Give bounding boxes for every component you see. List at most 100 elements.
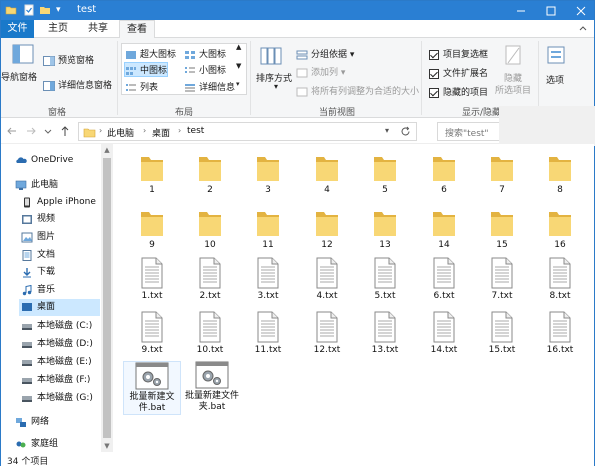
file-extensions-toggle[interactable]: 文件扩展名 [429, 66, 488, 79]
hidden-items-toggle[interactable]: 隐藏的项目 [429, 85, 488, 98]
breadcrumb-test[interactable]: test [187, 126, 204, 136]
text-file-item[interactable]: 6.txt [416, 257, 472, 302]
options-label[interactable]: 选项 [546, 73, 564, 86]
preview-pane-button[interactable]: 预览窗格 [43, 53, 94, 66]
tab-share[interactable]: 共享 [81, 20, 115, 38]
text-file-item[interactable]: 8.txt [532, 257, 588, 302]
folder-item[interactable]: 15 [474, 208, 530, 251]
recent-locations-button[interactable] [44, 125, 52, 137]
nav-item-pictures[interactable]: 图片 [21, 229, 100, 246]
address-bar[interactable]: › 此电脑 › 桌面 › test ▾ [78, 122, 417, 141]
nav-item-videos[interactable]: 视频 [21, 211, 100, 228]
text-file-item[interactable]: 7.txt [474, 257, 530, 302]
folder-item[interactable]: 2 [182, 153, 238, 196]
folder-item[interactable]: 16 [532, 208, 588, 251]
nav-item-documents[interactable]: 文档 [21, 247, 100, 264]
nav-item-drive-e[interactable]: 本地磁盘 (E:) [21, 354, 100, 371]
layout-extra-large-icons[interactable]: 超大图标 [125, 47, 176, 60]
layout-scroll-up-icon[interactable]: ▲ [236, 43, 241, 51]
text-file-item[interactable]: 4.txt [299, 257, 355, 302]
tab-view[interactable]: 查看 [119, 20, 155, 39]
minimize-button[interactable] [506, 1, 536, 20]
folder-item[interactable]: 8 [532, 153, 588, 196]
nav-item-desktop[interactable]: 桌面 [19, 299, 100, 316]
navigation-pane-button[interactable] [5, 42, 41, 69]
nav-item-this-pc[interactable]: 此电脑 [15, 177, 100, 194]
sort-dropdown-icon[interactable]: ▾ [274, 82, 278, 91]
text-file-item[interactable]: 1.txt [124, 257, 180, 302]
scrollbar-thumb[interactable] [103, 158, 111, 438]
breadcrumb-desktop[interactable]: 桌面 [152, 126, 170, 139]
nav-item-drive-f[interactable]: 本地磁盘 (F:) [21, 372, 100, 389]
nav-item-downloads[interactable]: 下载 [21, 264, 100, 281]
back-button[interactable] [6, 125, 18, 137]
navigation-pane-label[interactable]: 导航窗格 [1, 70, 37, 83]
folder-item[interactable]: 3 [240, 153, 296, 196]
text-file-item[interactable]: 12.txt [299, 311, 355, 356]
layout-small-icons[interactable]: 小图标 [184, 63, 226, 76]
layout-large-icons[interactable]: 大图标 [184, 47, 226, 60]
folder-item[interactable]: 10 [182, 208, 238, 251]
folder-item[interactable]: 7 [474, 153, 530, 196]
scroll-up-icon[interactable]: ▲ [103, 146, 111, 154]
text-file-item[interactable]: 3.txt [240, 257, 296, 302]
text-file-item[interactable]: 5.txt [357, 257, 413, 302]
group-by-button[interactable]: 分组依据 ▾ [296, 47, 354, 60]
options-button[interactable] [545, 44, 567, 69]
folder-item[interactable]: 5 [357, 153, 413, 196]
nav-item-drive-c[interactable]: 本地磁盘 (C:) [21, 318, 100, 335]
nav-item-homegroup[interactable]: 家庭组 [15, 436, 100, 453]
details-pane-button[interactable]: 详细信息窗格 [43, 78, 112, 91]
tab-home[interactable]: 主页 [41, 20, 75, 38]
maximize-button[interactable] [536, 1, 566, 20]
up-button[interactable] [59, 125, 71, 137]
nav-item-drive-g[interactable]: 本地磁盘 (G:) [21, 390, 100, 407]
address-dropdown-icon[interactable]: ▾ [385, 126, 389, 135]
item-checkboxes-toggle[interactable]: 项目复选框 [429, 47, 488, 60]
layout-group-label: 布局 [175, 108, 194, 118]
text-file-item[interactable]: 2.txt [182, 257, 238, 302]
nav-item-drive-d[interactable]: 本地磁盘 (D:) [21, 336, 100, 353]
layout-expand-icon[interactable]: ▾ [236, 80, 240, 88]
close-button[interactable] [566, 1, 595, 20]
folder-item[interactable]: 12 [299, 208, 355, 251]
text-file-item[interactable]: 9.txt [124, 311, 180, 356]
forward-button[interactable] [25, 125, 37, 137]
nav-pane-scrollbar[interactable]: ▲ ▼ [101, 144, 113, 452]
text-file-item[interactable]: 13.txt [357, 311, 413, 356]
nav-item-onedrive[interactable]: OneDrive [15, 152, 100, 169]
text-file-item[interactable]: 14.txt [416, 311, 472, 356]
breadcrumb-this-pc[interactable]: 此电脑 [107, 126, 134, 139]
nav-item-music[interactable]: 音乐 [21, 282, 100, 299]
ribbon-collapse-icon[interactable] [577, 23, 589, 35]
folder-item[interactable]: 11 [240, 208, 296, 251]
tab-file[interactable]: 文件 [1, 20, 34, 38]
folder-item[interactable]: 13 [357, 208, 413, 251]
layout-medium-icons[interactable]: 中图标 [124, 62, 169, 77]
layout-scroll-down-icon[interactable]: ▼ [236, 62, 241, 70]
text-file-item[interactable]: 16.txt [532, 311, 588, 356]
layout-details[interactable]: 详细信息 [184, 80, 235, 93]
refresh-icon[interactable] [400, 126, 411, 140]
folder-item[interactable]: 14 [416, 208, 472, 251]
new-folder-icon[interactable] [39, 4, 51, 16]
folder-item[interactable]: 9 [124, 208, 180, 251]
nav-item-iphone[interactable]: Apple iPhone [21, 194, 100, 211]
fit-columns-button[interactable]: 将所有列调整为合适的大小 [296, 84, 419, 97]
hide-selected-button[interactable] [504, 44, 522, 69]
customize-toolbar-icon[interactable]: ▾ [56, 4, 68, 16]
folder-item[interactable]: 1 [124, 153, 180, 196]
batch-file-item[interactable]: 批量新建文件夹.bat [183, 361, 241, 413]
text-file-item[interactable]: 10.txt [182, 311, 238, 356]
properties-icon[interactable] [23, 4, 35, 16]
batch-file-item[interactable]: 批量新建文件.bat [123, 361, 181, 415]
folder-item[interactable]: 6 [416, 153, 472, 196]
text-file-item[interactable]: 11.txt [240, 311, 296, 356]
text-file-item[interactable]: 15.txt [474, 311, 530, 356]
add-column-button[interactable]: 添加列 ▾ [296, 65, 345, 78]
folder-item[interactable]: 4 [299, 153, 355, 196]
sort-by-button[interactable] [259, 44, 283, 71]
scroll-down-icon[interactable]: ▼ [103, 442, 111, 450]
layout-list[interactable]: 列表 [125, 80, 158, 93]
nav-item-network[interactable]: 网络 [15, 414, 100, 431]
